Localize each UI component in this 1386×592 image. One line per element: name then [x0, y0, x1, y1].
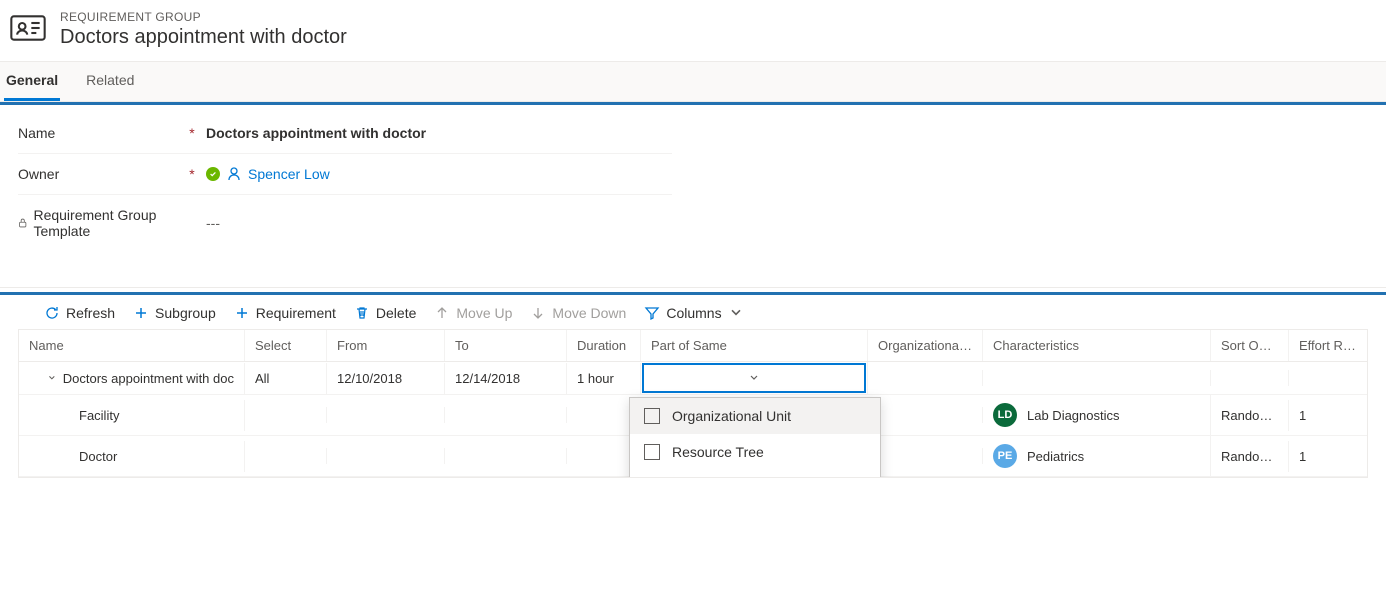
table-row[interactable]: Doctors appointment with doc All 12/10/2… [19, 362, 1367, 395]
name-field-label: Name [18, 125, 178, 141]
delete-button[interactable]: Delete [354, 305, 416, 321]
avatar: LD [993, 403, 1017, 427]
cell-to[interactable]: 12/14/2018 [445, 363, 567, 394]
grid-toolbar: Refresh Subgroup Requirement Delete Move… [0, 295, 1386, 329]
cell-orgunit[interactable] [868, 370, 983, 386]
dropdown-option-org-unit[interactable]: Organizational Unit [630, 398, 880, 434]
movedown-button: Move Down [530, 305, 626, 321]
cell-characteristics[interactable] [983, 370, 1211, 386]
col-duration[interactable]: Duration [567, 330, 641, 361]
characteristic-label: Lab Diagnostics [1027, 408, 1120, 423]
name-field-value[interactable]: Doctors appointment with doctor [206, 125, 426, 141]
form-section: Name * Doctors appointment with doctor O… [0, 105, 690, 271]
template-field-label: Requirement Group Template [18, 207, 178, 239]
cell-effort[interactable]: 1 [1289, 400, 1368, 431]
cell-characteristics[interactable]: PE Pediatrics [983, 436, 1211, 476]
col-sortoption[interactable]: Sort Option [1211, 330, 1289, 361]
col-select[interactable]: Select [245, 330, 327, 361]
chevron-down-icon [748, 372, 760, 384]
partof-same-dropdown-menu[interactable]: Organizational Unit Resource Tree Locati… [629, 397, 881, 478]
cell-duration[interactable]: 1 hour [567, 363, 641, 394]
owner-link[interactable]: Spencer Low [248, 166, 330, 182]
page-header: REQUIREMENT GROUP Doctors appointment wi… [0, 0, 1386, 61]
template-field-value: --- [206, 215, 220, 231]
row-name: Doctor [79, 449, 117, 464]
grid-header-row: Name Select From To Duration Part of Sam… [19, 330, 1367, 362]
chevron-down-icon [728, 305, 744, 321]
template-label-text: Requirement Group Template [33, 207, 178, 239]
columns-button[interactable]: Columns [644, 305, 743, 321]
trash-icon [354, 305, 370, 321]
col-to[interactable]: To [445, 330, 567, 361]
requirement-group-icon [8, 8, 48, 51]
col-name[interactable]: Name [19, 330, 245, 361]
col-from[interactable]: From [327, 330, 445, 361]
cell-effort[interactable]: 1 [1289, 441, 1368, 472]
subgroup-button[interactable]: Subgroup [133, 305, 216, 321]
checkbox[interactable] [644, 444, 660, 460]
cell-characteristics[interactable]: LD Lab Diagnostics [983, 395, 1211, 435]
page-title: Doctors appointment with doctor [60, 26, 347, 49]
cell-select[interactable]: All [245, 363, 327, 394]
dropdown-option-resource-tree[interactable]: Resource Tree [630, 434, 880, 470]
requirements-grid: Name Select From To Duration Part of Sam… [18, 329, 1368, 478]
owner-field-label: Owner [18, 166, 178, 182]
cell-sort[interactable]: Randomize [1211, 400, 1289, 431]
col-characteristics[interactable]: Characteristics [983, 330, 1211, 361]
col-orgunit[interactable]: Organizational Unit [868, 330, 983, 361]
chevron-down-icon[interactable] [47, 372, 57, 384]
characteristic-label: Pediatrics [1027, 449, 1084, 464]
refresh-button[interactable]: Refresh [44, 305, 115, 321]
tab-general[interactable]: General [4, 62, 60, 101]
entity-type-label: REQUIREMENT GROUP [60, 10, 347, 24]
col-partof[interactable]: Part of Same [641, 330, 868, 361]
required-indicator: * [186, 125, 198, 141]
cell-effort[interactable] [1289, 370, 1368, 386]
lock-icon [18, 217, 27, 229]
row-name: Facility [79, 408, 119, 423]
cell-from[interactable]: 12/10/2018 [327, 363, 445, 394]
cell-sort[interactable] [1211, 370, 1289, 386]
person-icon [226, 166, 242, 182]
arrow-up-icon [434, 305, 450, 321]
partof-same-dropdown[interactable] [642, 363, 866, 393]
checkbox[interactable] [644, 408, 660, 424]
arrow-down-icon [530, 305, 546, 321]
avatar: PE [993, 444, 1017, 468]
presence-available-icon [206, 167, 220, 181]
dropdown-option-location[interactable]: Location [630, 470, 880, 478]
cell-sort[interactable]: Randomize [1211, 441, 1289, 472]
moveup-button: Move Up [434, 305, 512, 321]
row-name: Doctors appointment with doc [63, 371, 234, 386]
requirement-button[interactable]: Requirement [234, 305, 336, 321]
tab-bar: General Related [0, 61, 1386, 102]
required-indicator: * [186, 166, 198, 182]
filter-icon [644, 305, 660, 321]
col-effort[interactable]: Effort Require [1289, 330, 1368, 361]
tab-related[interactable]: Related [84, 62, 136, 101]
